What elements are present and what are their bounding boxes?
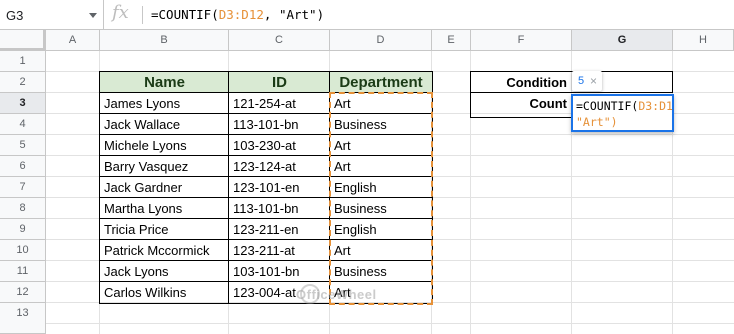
cell-department[interactable]: Business xyxy=(330,198,430,219)
row-header-3[interactable]: 3 xyxy=(0,93,46,114)
fx-icon: fx xyxy=(112,2,129,23)
cell-name[interactable]: Barry Vasquez xyxy=(100,156,228,177)
editor-prefix: =COUNTIF( xyxy=(576,99,639,113)
cell-name[interactable]: Carlos Wilkins xyxy=(100,282,228,303)
column-header-a[interactable]: A xyxy=(46,30,100,51)
cell-id[interactable]: 113-101-bn xyxy=(229,198,329,219)
formula-divider xyxy=(142,6,143,24)
cell-department[interactable]: English xyxy=(330,177,430,198)
cell-id[interactable]: 123-101-en xyxy=(229,177,329,198)
cell-name[interactable]: Jack Lyons xyxy=(100,261,228,282)
column-header-h[interactable]: H xyxy=(673,30,734,51)
cell-name[interactable]: Jack Gardner xyxy=(100,177,228,198)
column-header-b[interactable]: B xyxy=(100,30,229,51)
count-label[interactable]: Count xyxy=(471,93,572,114)
cell-id[interactable]: 103-230-at xyxy=(229,135,329,156)
cell-id[interactable]: 121-254-at xyxy=(229,93,329,114)
row-header-7[interactable]: 7 xyxy=(0,177,46,198)
condition-label[interactable]: Condition xyxy=(471,72,572,93)
cell-department[interactable]: English xyxy=(330,219,430,240)
table-header-department[interactable]: Department xyxy=(330,72,432,93)
row-header-10[interactable]: 10 xyxy=(0,240,46,261)
row-header-9[interactable]: 9 xyxy=(0,219,46,240)
cell-id[interactable]: 103-101-bn xyxy=(229,261,329,282)
editor-range-ref: D3:D12 xyxy=(638,99,673,113)
cell-department[interactable]: Business xyxy=(330,261,430,282)
formula-bar: G3 fx =COUNTIF(D3:D12, "Art") xyxy=(0,0,734,30)
table-header-id[interactable]: ID xyxy=(229,72,330,93)
formula-range-ref: D3:D12 xyxy=(218,7,264,22)
cell-department[interactable]: Art xyxy=(330,93,430,114)
column-header-g[interactable]: G xyxy=(572,30,673,51)
chevron-down-icon[interactable] xyxy=(89,13,97,18)
cell-name[interactable]: Michele Lyons xyxy=(100,135,228,156)
row-header-11[interactable]: 11 xyxy=(0,261,46,282)
grid-line xyxy=(46,323,734,324)
row-header-2[interactable]: 2 xyxy=(0,72,46,93)
cell-name[interactable]: James Lyons xyxy=(100,93,228,114)
formula-prefix: =COUNTIF( xyxy=(151,7,219,22)
row-header-13[interactable]: 13 xyxy=(0,303,46,334)
cell-department[interactable]: Art xyxy=(330,240,430,261)
select-all-corner[interactable] xyxy=(0,30,46,51)
name-box-value: G3 xyxy=(6,8,24,23)
name-box[interactable]: G3 xyxy=(0,0,104,30)
row-header-4[interactable]: 4 xyxy=(0,114,46,135)
cell-department[interactable]: Art xyxy=(330,135,430,156)
cell-name[interactable]: Jack Wallace xyxy=(100,114,228,135)
column-header-c[interactable]: C xyxy=(229,30,330,51)
table-header-name[interactable]: Name xyxy=(100,72,229,93)
row-header-12[interactable]: 12 xyxy=(0,282,46,303)
formula-input[interactable]: =COUNTIF(D3:D12, "Art") xyxy=(151,7,324,22)
row-header-6[interactable]: 6 xyxy=(0,156,46,177)
cell-id[interactable]: 123-211-en xyxy=(229,219,329,240)
cell-department[interactable]: Business xyxy=(330,114,430,135)
cell-id[interactable]: 123-124-at xyxy=(229,156,329,177)
cell-id[interactable]: 123-211-at xyxy=(229,240,329,261)
cell-name[interactable]: Tricia Price xyxy=(100,219,228,240)
formula-hint[interactable]: 5 × xyxy=(572,71,602,91)
cell-name[interactable]: Martha Lyons xyxy=(100,198,228,219)
close-icon[interactable]: × xyxy=(590,71,597,91)
column-header-e[interactable]: E xyxy=(432,30,471,51)
hint-value: 5 xyxy=(578,75,585,87)
column-header-f[interactable]: F xyxy=(471,30,572,51)
formula-suffix: , "Art") xyxy=(263,7,325,22)
cell-editor[interactable]: =COUNTIF(D3:D12, "Art") xyxy=(571,94,674,132)
row-header-1[interactable]: 1 xyxy=(0,51,46,72)
watermark: OfficeWheel xyxy=(296,287,377,302)
row-header-8[interactable]: 8 xyxy=(0,198,46,219)
cell-department[interactable]: Art xyxy=(330,156,430,177)
editor-criteria: "Art") xyxy=(576,115,618,129)
cell-id[interactable]: 113-101-bn xyxy=(229,114,329,135)
row-header-5[interactable]: 5 xyxy=(0,135,46,156)
cell-name[interactable]: Patrick Mccormick xyxy=(100,240,228,261)
column-header-d[interactable]: D xyxy=(330,30,432,51)
